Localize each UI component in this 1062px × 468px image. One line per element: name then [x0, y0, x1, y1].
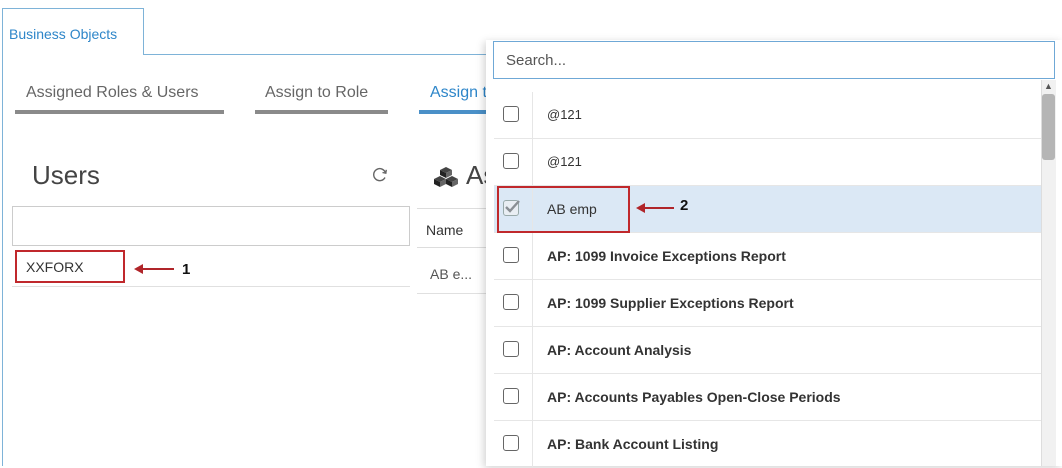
dropdown-item[interactable]: @121 — [494, 92, 1041, 139]
scrollbar-thumb[interactable] — [1042, 94, 1055, 160]
checkbox[interactable] — [503, 435, 519, 451]
annotation-number: 2 — [680, 197, 689, 214]
panel-left-border — [2, 55, 3, 466]
checkbox[interactable] — [503, 388, 519, 404]
users-search-input[interactable] — [12, 206, 410, 246]
tab-business-objects[interactable]: Business Objects — [2, 8, 144, 55]
subtab-assigned-roles-users[interactable]: Assigned Roles & Users — [26, 84, 199, 102]
annotation-number: 1 — [182, 261, 191, 278]
checkbox[interactable] — [503, 247, 519, 263]
dropdown-item[interactable]: AP: Bank Account Listing — [494, 421, 1041, 468]
checkbox-cell — [494, 233, 533, 279]
highlight-box-item — [497, 186, 630, 233]
tab-business-objects-label: Business Objects — [9, 26, 118, 42]
dropdown-item[interactable]: AP: Accounts Payables Open-Close Periods — [494, 374, 1041, 421]
cubes-icon — [434, 167, 458, 187]
checkbox-cell — [494, 280, 533, 326]
column-header-name[interactable]: Name — [426, 222, 463, 238]
checkbox-cell — [494, 139, 533, 185]
dropdown-search-input[interactable] — [494, 42, 1054, 78]
item-label: AP: 1099 Supplier Exceptions Report — [547, 295, 794, 311]
arrow-left-icon — [134, 264, 174, 274]
dropdown-item[interactable]: AP: 1099 Invoice Exceptions Report — [494, 233, 1041, 280]
scroll-up-icon[interactable]: ▲ — [1042, 80, 1055, 92]
item-label: AP: Accounts Payables Open-Close Periods — [547, 389, 841, 405]
dropdown-item[interactable]: @121 — [494, 139, 1041, 186]
checkbox-cell — [494, 92, 533, 138]
checkbox[interactable] — [503, 294, 519, 310]
item-label: @121 — [547, 107, 582, 122]
dropdown-list: @121 @121 AB emp AP: 1099 Invoice Except… — [494, 92, 1041, 468]
dropdown-search-box[interactable] — [493, 41, 1055, 79]
checkbox-cell — [494, 421, 533, 467]
users-title: Users — [32, 160, 100, 190]
checkbox[interactable] — [503, 341, 519, 357]
subtab-underline — [15, 110, 224, 114]
item-label: AP: Bank Account Listing — [547, 436, 719, 452]
checkbox-cell — [494, 374, 533, 420]
subtab-underline-active — [419, 110, 494, 114]
checkbox[interactable] — [503, 106, 519, 122]
subtab-assign-to-role[interactable]: Assign to Role — [265, 84, 368, 102]
item-label: AP: Account Analysis — [547, 342, 692, 358]
item-label: AP: 1099 Invoice Exceptions Report — [547, 248, 786, 264]
row-divider — [417, 293, 497, 294]
subtab-underline — [255, 110, 388, 114]
highlight-box-user — [15, 250, 125, 283]
arrow-left-icon — [636, 203, 674, 213]
dropdown-item[interactable]: AP: Account Analysis — [494, 327, 1041, 374]
checkbox[interactable] — [503, 153, 519, 169]
refresh-icon[interactable] — [371, 166, 389, 184]
assigned-row-name[interactable]: AB e... — [430, 266, 472, 282]
item-label: @121 — [547, 154, 582, 169]
dropdown-item[interactable]: AP: 1099 Supplier Exceptions Report — [494, 280, 1041, 327]
checkbox-cell — [494, 327, 533, 373]
